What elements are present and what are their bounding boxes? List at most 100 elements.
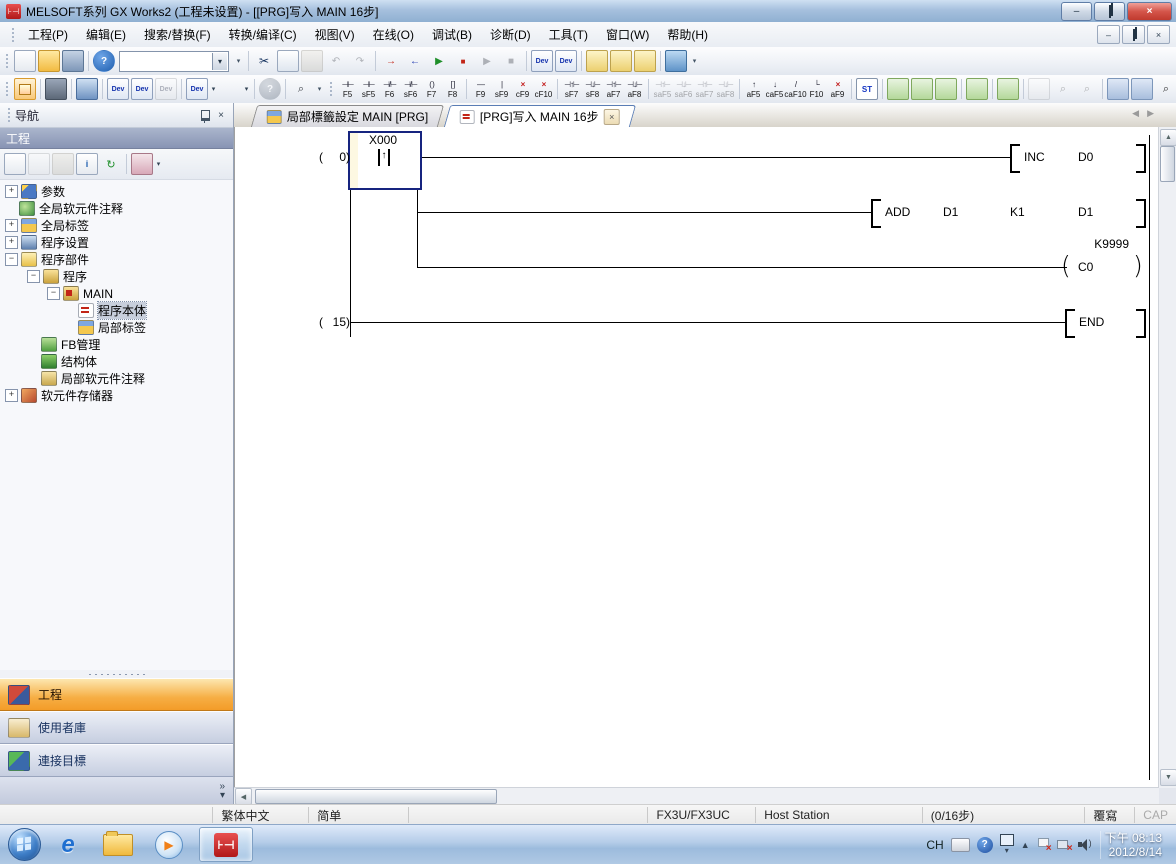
read-mode-icon[interactable] <box>1107 78 1129 100</box>
toolbar-icon[interactable] <box>313 79 326 99</box>
monitor-stop-icon[interactable]: ■ <box>452 50 474 72</box>
horizontal-scrollbar[interactable]: ◀ <box>234 787 1159 805</box>
show-hidden-icons-icon[interactable]: ▲ <box>1021 840 1030 850</box>
nav-property-icon[interactable]: i <box>76 153 98 175</box>
edit-device-icon[interactable] <box>887 78 909 100</box>
horizontal-scroll-thumb[interactable] <box>255 789 497 804</box>
pin-icon[interactable] <box>197 108 213 123</box>
tree-item[interactable]: 程序 <box>0 268 233 285</box>
menu-item[interactable]: 调试(B) <box>423 22 481 47</box>
vertical-scrollbar[interactable]: ▲ ▼ <box>1158 127 1176 788</box>
network-status-icon[interactable] <box>1057 839 1071 851</box>
menu-item[interactable]: 工具(T) <box>540 22 597 47</box>
statement-icon[interactable] <box>634 50 656 72</box>
tab-scroll-right-icon[interactable]: ▶ <box>1147 108 1154 119</box>
tree-item[interactable]: 程序设置 <box>0 234 233 251</box>
tree-expander-icon[interactable] <box>5 203 16 214</box>
new-project-icon[interactable] <box>14 50 36 72</box>
redo-icon[interactable]: ↷ <box>349 50 371 72</box>
tab-close-icon[interactable]: × <box>604 109 620 125</box>
nav-sort-dropdown-icon[interactable] <box>154 155 163 173</box>
scroll-up-icon[interactable]: ▲ <box>1160 129 1176 146</box>
ladder-symbol-button[interactable]: [ ] F8 <box>442 77 463 102</box>
mdi-close-button[interactable]: × <box>1147 25 1170 44</box>
mdi-restore-button[interactable] <box>1122 25 1145 44</box>
program-list-icon[interactable] <box>76 78 98 100</box>
write-to-plc-icon[interactable]: → <box>380 50 402 72</box>
entry-data-monitor-icon[interactable]: Dev <box>555 50 577 72</box>
menu-item[interactable]: 视图(V) <box>306 22 364 47</box>
vertical-scroll-thumb[interactable] <box>1160 146 1175 182</box>
monitor-mode-icon[interactable]: ⌕ <box>1155 78 1176 100</box>
menu-item[interactable]: 编辑(E) <box>77 22 135 47</box>
menu-item[interactable]: 诊断(D) <box>481 22 540 47</box>
tree-expander-icon[interactable] <box>5 389 18 402</box>
device-display-icon[interactable]: Dev <box>186 78 208 100</box>
ladder-symbol-button[interactable]: ↑ aF5 <box>743 77 764 102</box>
watch-comment-icon[interactable] <box>586 50 608 72</box>
monitor-pause-icon[interactable]: ▶ <box>476 50 498 72</box>
menu-item[interactable]: 窗口(W) <box>597 22 658 47</box>
ladder-symbol-button[interactable]: ⊣⊢ sF5 <box>358 77 379 102</box>
save-project-icon[interactable] <box>62 50 84 72</box>
nav-button-connection-destination[interactable]: 連接目標 <box>0 744 233 777</box>
tree-item[interactable]: 程序部件 <box>0 251 233 268</box>
nav-sort-icon[interactable] <box>131 153 153 175</box>
ladder-symbol-button[interactable]: ⊣⊢ F5 <box>337 77 358 102</box>
mdi-minimize-button[interactable]: – <box>1097 25 1120 44</box>
ladder-symbol-button[interactable]: ⊣↑⊢ saF5 <box>652 77 673 102</box>
ladder-symbol-button[interactable]: └ F10 <box>806 77 827 102</box>
st-editor-icon[interactable]: ST <box>856 78 878 100</box>
ladder-symbol-button[interactable]: ↓ caF5 <box>764 77 785 102</box>
ladder-symbol-button[interactable]: ⊣↓⊢ sF8 <box>582 77 603 102</box>
find-icon[interactable]: ⌕ <box>290 78 312 100</box>
edit-coil-icon[interactable] <box>911 78 933 100</box>
nav-new-icon[interactable] <box>4 153 26 175</box>
tab-prg-write-main[interactable]: [PRG]写入 MAIN 16步 × <box>444 105 636 127</box>
nav-paste-icon[interactable] <box>52 153 74 175</box>
tab-scroll-left-icon[interactable]: ◀ <box>1132 108 1139 119</box>
toolbar-icon[interactable] <box>688 51 701 71</box>
device-display-dropdown-icon[interactable] <box>209 80 218 98</box>
tree-expander-icon[interactable] <box>64 305 75 316</box>
ladder-symbol-button[interactable]: ⊣/⊢ sF6 <box>400 77 421 102</box>
zoom-next-icon[interactable]: ⌕ <box>1076 78 1098 100</box>
gx-works2-taskbar-button[interactable] <box>199 827 253 862</box>
doc-generation-icon[interactable] <box>1028 78 1050 100</box>
help2-icon[interactable]: ? <box>259 78 281 100</box>
navigation-toggle-icon[interactable] <box>14 78 36 100</box>
tree-item[interactable]: 软元件存储器 <box>0 387 233 404</box>
monitor-start-icon[interactable]: ▶ <box>428 50 450 72</box>
tree-expander-icon[interactable] <box>5 219 18 232</box>
menu-item[interactable]: 转换/编译(C) <box>220 22 306 47</box>
device-cclink-icon[interactable]: Dev <box>155 78 177 100</box>
ladder-symbol-button[interactable]: — F9 <box>470 77 491 102</box>
nav-buttons-overflow[interactable]: » ▾ <box>0 777 233 805</box>
ladder-symbol-button[interactable]: ⊣/⊢ F6 <box>379 77 400 102</box>
nav-button-project[interactable]: 工程 <box>0 678 233 711</box>
ladder-symbol-button[interactable]: ⊣↓⊢ saF8 <box>715 77 736 102</box>
language-indicator[interactable]: CH <box>926 838 943 852</box>
volume-icon[interactable]: ) <box>1078 838 1093 851</box>
scroll-left-icon[interactable]: ◀ <box>235 788 252 805</box>
paste-icon[interactable] <box>301 50 323 72</box>
ladder-symbol-button[interactable]: | sF9 <box>491 77 512 102</box>
cut-icon[interactable]: ✂ <box>253 50 275 72</box>
ladder-symbol-button[interactable]: ⊣↑⊢ sF7 <box>561 77 582 102</box>
nav-copy-icon[interactable] <box>28 153 50 175</box>
open-project-icon[interactable] <box>38 50 60 72</box>
tree-item[interactable]: 结构体 <box>0 353 233 370</box>
action-center-icon[interactable] <box>1037 838 1050 851</box>
tree-expander-icon[interactable] <box>64 322 75 333</box>
tree-expander-icon[interactable] <box>5 236 18 249</box>
tree-item[interactable]: 程序本体 <box>0 302 233 319</box>
device-memory-icon[interactable]: Dev <box>131 78 153 100</box>
menu-item[interactable]: 帮助(H) <box>658 22 717 47</box>
help-icon[interactable]: ? <box>93 50 115 72</box>
start-button[interactable] <box>8 828 41 861</box>
tree-expander-icon[interactable] <box>5 185 18 198</box>
tree-item[interactable]: 参数 <box>0 183 233 200</box>
tree-item[interactable]: 全局标签 <box>0 217 233 234</box>
menu-item[interactable]: 工程(P) <box>19 22 77 47</box>
transfer-setup-icon[interactable] <box>610 50 632 72</box>
